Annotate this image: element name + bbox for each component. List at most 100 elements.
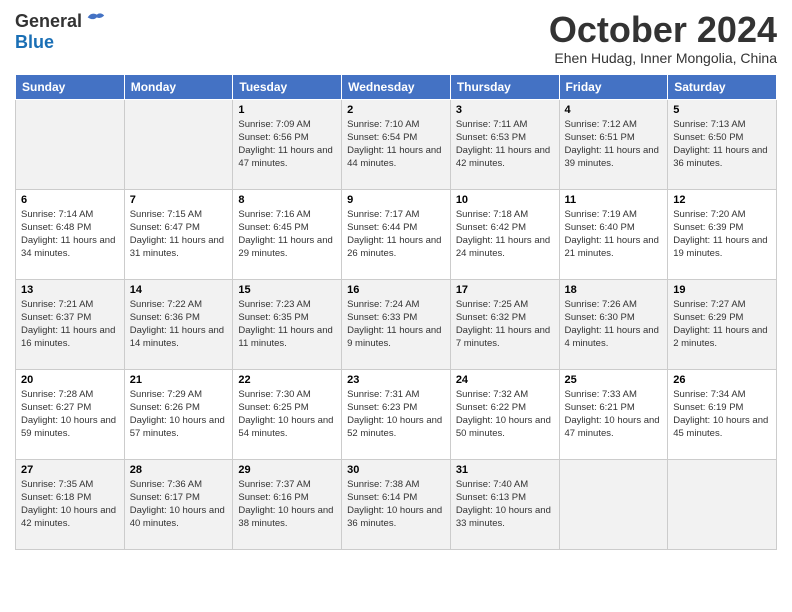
day-number: 7 [130,194,228,206]
day-info: Sunrise: 7:25 AMSunset: 6:32 PMDaylight:… [456,298,554,351]
day-info: Sunrise: 7:33 AMSunset: 6:21 PMDaylight:… [565,388,663,441]
day-number: 26 [673,374,771,386]
day-cell: 5 Sunrise: 7:13 AMSunset: 6:50 PMDaylight… [668,99,777,189]
logo: General Blue [15,10,106,53]
day-cell [668,459,777,549]
calendar-table: SundayMondayTuesdayWednesdayThursdayFrid… [15,74,777,550]
day-info: Sunrise: 7:30 AMSunset: 6:25 PMDaylight:… [238,388,336,441]
day-number: 13 [21,284,119,296]
day-cell: 9 Sunrise: 7:17 AMSunset: 6:44 PMDaylight… [342,189,451,279]
day-cell: 11 Sunrise: 7:19 AMSunset: 6:40 PMDayligh… [559,189,668,279]
day-number: 3 [456,104,554,116]
day-cell: 21Sunrise: 7:29 AMSunset: 6:26 PMDayligh… [124,369,233,459]
day-info: Sunrise: 7:35 AMSunset: 6:18 PMDaylight:… [21,478,119,531]
day-info: Sunrise: 7:36 AMSunset: 6:17 PMDaylight:… [130,478,228,531]
day-cell: 10Sunrise: 7:18 AMSunset: 6:42 PMDayligh… [450,189,559,279]
day-info: Sunrise: 7:14 AMSunset: 6:48 PMDaylight:… [21,208,119,261]
day-info: Sunrise: 7:17 AMSunset: 6:44 PMDaylight:… [347,208,445,261]
day-number: 30 [347,464,445,476]
day-number: 8 [238,194,336,206]
day-info: Sunrise: 7:38 AMSunset: 6:14 PMDaylight:… [347,478,445,531]
day-cell: 27 Sunrise: 7:35 AMSunset: 6:18 PMDayligh… [16,459,125,549]
day-number: 2 [347,104,445,116]
day-info: Sunrise: 7:40 AMSunset: 6:13 PMDaylight:… [456,478,554,531]
day-cell [559,459,668,549]
day-info: Sunrise: 7:10 AMSunset: 6:54 PMDaylight:… [347,118,445,171]
day-cell: 6 Sunrise: 7:14 AMSunset: 6:48 PMDaylight… [16,189,125,279]
title-section: October 2024 Ehen Hudag, Inner Mongolia,… [549,10,777,66]
day-cell: 1 Sunrise: 7:09 AMSunset: 6:56 PMDaylight… [233,99,342,189]
day-info: Sunrise: 7:22 AMSunset: 6:36 PMDaylight:… [130,298,228,351]
month-title: October 2024 [549,10,777,50]
day-cell: 23 Sunrise: 7:31 AMSunset: 6:23 PMDayligh… [342,369,451,459]
day-cell: 12Sunrise: 7:20 AMSunset: 6:39 PMDayligh… [668,189,777,279]
day-number: 31 [456,464,554,476]
day-cell: 24 Sunrise: 7:32 AMSunset: 6:22 PMDayligh… [450,369,559,459]
day-number: 1 [238,104,336,116]
day-info: Sunrise: 7:26 AMSunset: 6:30 PMDaylight:… [565,298,663,351]
day-number: 17 [456,284,554,296]
page: General Blue October 2024 Ehen Hudag, In… [0,0,792,560]
day-number: 5 [673,104,771,116]
day-info: Sunrise: 7:27 AMSunset: 6:29 PMDaylight:… [673,298,771,351]
day-number: 24 [456,374,554,386]
day-info: Sunrise: 7:09 AMSunset: 6:56 PMDaylight:… [238,118,336,171]
week-row-3: 13 Sunrise: 7:21 AMSunset: 6:37 PMDayligh… [16,279,777,369]
day-cell: 16Sunrise: 7:24 AMSunset: 6:33 PMDayligh… [342,279,451,369]
day-cell: 7 Sunrise: 7:15 AMSunset: 6:47 PMDaylight… [124,189,233,279]
day-cell: 2 Sunrise: 7:10 AMSunset: 6:54 PMDaylight… [342,99,451,189]
day-number: 28 [130,464,228,476]
day-cell: 22 Sunrise: 7:30 AMSunset: 6:25 PMDayligh… [233,369,342,459]
day-number: 15 [238,284,336,296]
day-cell: 30 Sunrise: 7:38 AMSunset: 6:14 PMDayligh… [342,459,451,549]
col-header-wednesday: Wednesday [342,74,451,99]
col-header-sunday: Sunday [16,74,125,99]
day-info: Sunrise: 7:19 AMSunset: 6:40 PMDaylight:… [565,208,663,261]
day-cell: 20Sunrise: 7:28 AMSunset: 6:27 PMDayligh… [16,369,125,459]
day-info: Sunrise: 7:23 AMSunset: 6:35 PMDaylight:… [238,298,336,351]
day-number: 22 [238,374,336,386]
day-number: 10 [456,194,554,206]
day-number: 12 [673,194,771,206]
day-info: Sunrise: 7:15 AMSunset: 6:47 PMDaylight:… [130,208,228,261]
day-cell: 29 Sunrise: 7:37 AMSunset: 6:16 PMDayligh… [233,459,342,549]
day-info: Sunrise: 7:11 AMSunset: 6:53 PMDaylight:… [456,118,554,171]
week-row-5: 27 Sunrise: 7:35 AMSunset: 6:18 PMDayligh… [16,459,777,549]
day-cell: 19 Sunrise: 7:27 AMSunset: 6:29 PMDayligh… [668,279,777,369]
day-info: Sunrise: 7:34 AMSunset: 6:19 PMDaylight:… [673,388,771,441]
day-cell: 26 Sunrise: 7:34 AMSunset: 6:19 PMDayligh… [668,369,777,459]
day-cell: 25 Sunrise: 7:33 AMSunset: 6:21 PMDayligh… [559,369,668,459]
logo-general-text: General [15,11,82,32]
day-info: Sunrise: 7:21 AMSunset: 6:37 PMDaylight:… [21,298,119,351]
day-number: 4 [565,104,663,116]
logo-bird-icon [84,10,106,32]
day-number: 6 [21,194,119,206]
day-number: 23 [347,374,445,386]
day-info: Sunrise: 7:28 AMSunset: 6:27 PMDaylight:… [21,388,119,441]
day-cell: 14 Sunrise: 7:22 AMSunset: 6:36 PMDayligh… [124,279,233,369]
day-number: 25 [565,374,663,386]
day-info: Sunrise: 7:31 AMSunset: 6:23 PMDaylight:… [347,388,445,441]
day-number: 11 [565,194,663,206]
day-number: 19 [673,284,771,296]
day-number: 21 [130,374,228,386]
day-number: 16 [347,284,445,296]
week-row-4: 20Sunrise: 7:28 AMSunset: 6:27 PMDayligh… [16,369,777,459]
day-cell: 31 Sunrise: 7:40 AMSunset: 6:13 PMDayligh… [450,459,559,549]
day-number: 27 [21,464,119,476]
day-cell: 3 Sunrise: 7:11 AMSunset: 6:53 PMDaylight… [450,99,559,189]
day-info: Sunrise: 7:32 AMSunset: 6:22 PMDaylight:… [456,388,554,441]
day-number: 9 [347,194,445,206]
day-info: Sunrise: 7:37 AMSunset: 6:16 PMDaylight:… [238,478,336,531]
day-cell [124,99,233,189]
col-header-tuesday: Tuesday [233,74,342,99]
col-header-friday: Friday [559,74,668,99]
day-number: 18 [565,284,663,296]
subtitle: Ehen Hudag, Inner Mongolia, China [549,50,777,66]
week-row-1: 1 Sunrise: 7:09 AMSunset: 6:56 PMDaylight… [16,99,777,189]
header: General Blue October 2024 Ehen Hudag, In… [15,10,777,66]
day-number: 14 [130,284,228,296]
col-header-thursday: Thursday [450,74,559,99]
day-info: Sunrise: 7:13 AMSunset: 6:50 PMDaylight:… [673,118,771,171]
day-number: 29 [238,464,336,476]
